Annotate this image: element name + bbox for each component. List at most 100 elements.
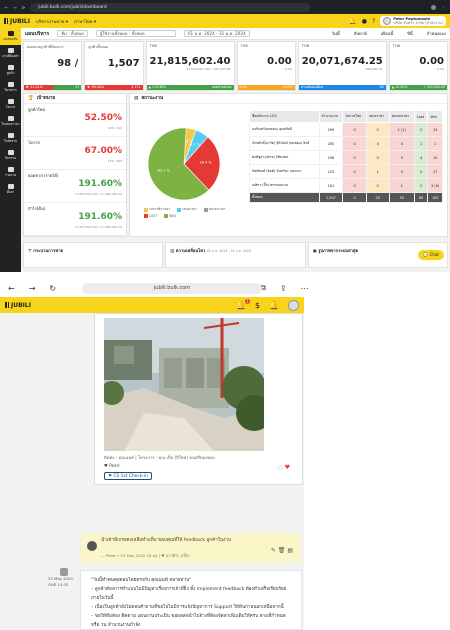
sidebar-item-settings[interactable]: ตั้งค่า xyxy=(0,181,21,198)
share-icon[interactable]: ⇪ xyxy=(280,284,287,293)
notification-icon[interactable]: 🔔 1 xyxy=(236,298,250,310)
table-row[interactable]: ภัทรศักดิ์(อาร์ต) ฐิติวัฒน์ (ทดสอบ) สิงห… xyxy=(249,136,443,151)
coin-icon[interactable]: ● xyxy=(362,18,367,25)
coin-icon[interactable]: $ xyxy=(255,301,260,310)
target-percent: 52.50% xyxy=(84,113,123,123)
module-dropdown[interactable]: บริหารงานขาย ▾ xyxy=(36,18,68,25)
target-row: ลูกค้าใหม่ 52.50% 105 / 200 xyxy=(24,104,126,137)
language-dropdown[interactable]: ภาษาไทย ▾ xyxy=(74,18,96,25)
kpi-change: ค่าเฉลี่ยต่อเดือน xyxy=(298,85,343,90)
profile-icon[interactable] xyxy=(431,4,436,10)
kpi-compare: 0.00% xyxy=(266,85,295,90)
legend-item[interactable]: ต่อรองราคา xyxy=(203,207,226,212)
kpi-sub: 0.00 xyxy=(437,67,445,71)
legend-item[interactable]: WIN xyxy=(164,214,176,218)
address-bar[interactable]: jubili.bulk.com/jubili/dashboard xyxy=(30,2,311,12)
heart-icon[interactable]: ♥ xyxy=(285,464,290,471)
comment-meta: — Peter • 23 May 2020 20:44 | ♥ นวาทิวา … xyxy=(101,553,190,558)
sidebar-item-projects[interactable]: โครงการ xyxy=(0,79,21,96)
tab-year[interactable]: ปีนี้ xyxy=(407,30,413,37)
status-panel: ▤ สถานะงาน 5.4 % 6.1 % 26.4 % 63.1 % รอการพิ… xyxy=(129,93,448,237)
commenter-avatar xyxy=(87,541,97,551)
address-bar[interactable]: jubili.bulk.com xyxy=(82,283,262,294)
delete-icon[interactable]: 🗑 xyxy=(278,547,286,554)
tab-month[interactable]: เดือนนี้ xyxy=(381,30,393,37)
forward-icon[interactable]: → xyxy=(29,284,36,293)
comment-icon[interactable]: ◌ xyxy=(277,464,284,471)
menu-icon[interactable]: ⋮ xyxy=(441,5,445,10)
note-line: – เนื่องในลูกค้ายังไม่ตอบคำถามที่ขอไปไม่… xyxy=(91,605,284,610)
kpi-card[interactable]: THB 0.00 0.00 ▲ 10.00% + 320,000.00 xyxy=(388,41,449,91)
forward-icon[interactable]: → xyxy=(13,5,16,10)
tasks-icon xyxy=(7,48,14,53)
back-icon[interactable]: ← xyxy=(5,5,8,10)
sidebar-item-dashboard[interactable]: แดชบอร์ด xyxy=(0,28,21,45)
column-header[interactable]: Win xyxy=(427,110,443,123)
kpi-card[interactable]: THB 21,815,602.40 12,016,000 (พ.ย.) 185,… xyxy=(145,41,235,94)
kpi-sub: 12,016,000 (พ.ย.) 185,323.86 xyxy=(186,67,231,71)
date-range-picker[interactable]: 01 ม.ค. 2024 - 31 ม.ค. 2024 xyxy=(183,30,250,37)
table-cell: 0 xyxy=(388,136,415,151)
kpi-change: 0.00 xyxy=(237,85,267,90)
column-header[interactable]: โอกาสใหม่ xyxy=(342,110,367,123)
users-icon xyxy=(7,65,14,70)
checkin-badge[interactable]: ⚑ CS 1st Check-in xyxy=(104,472,152,480)
notification-icon[interactable]: 🔔 xyxy=(349,18,356,25)
user-menu[interactable]: Peter Pewlunmain บริษัท จันทร์ฯ จำกัด (สำ… xyxy=(380,16,446,26)
kpi-label: ยอดขายถูกค้าที่ต้องการ xyxy=(27,45,64,49)
kpi-card[interactable]: THB 0.00 0.00 0.00 0.00% xyxy=(236,41,296,91)
kpi-value: 20,071,674.25 xyxy=(301,56,383,67)
sidebar-item-customers[interactable]: ลูกค้า xyxy=(0,62,21,79)
reload-icon[interactable]: ⟳ xyxy=(22,5,25,10)
target-label: โอกาส xyxy=(28,140,40,145)
target-label: ยอดขาย (รายได้) xyxy=(28,173,59,178)
edit-icon[interactable]: ✎ xyxy=(271,547,276,554)
sidebar-item-orders[interactable]: ใบสั่งขาย xyxy=(0,130,21,147)
sidebar-item-quotations[interactable]: ใบเสนอราคา xyxy=(0,113,21,130)
tab-today[interactable]: วันนี้ xyxy=(332,30,340,37)
more-icon[interactable]: ▤ xyxy=(287,547,293,554)
column-header[interactable]: ต่อรองราคา xyxy=(388,110,415,123)
legend-item[interactable]: รอการพิจารณา xyxy=(144,207,170,212)
table-cell: นครินทร์(ทดสอบ) ยุทธศิลป์ xyxy=(249,122,320,137)
activity-panel: ▥ ความเคลื่อนไหว 01 ม.ค. 2024 - 31 ม.ค. … xyxy=(165,242,306,268)
column-header[interactable]: เสนอราคา xyxy=(365,110,390,123)
post-id: GHS 10.03 xyxy=(48,582,69,587)
table-cell: 0 xyxy=(388,164,415,179)
comment-text: นำเข้าทีเกรยคงเหลือทำแท็บ ขอบคุณที่ให้ f… xyxy=(101,538,232,543)
legend-swatch xyxy=(177,207,182,212)
table-row[interactable]: ณศิกร (บิ๊ก) พรรณพนาม 161 0 0 1 2 3 (0) xyxy=(249,178,443,193)
column-header[interactable]: Lost xyxy=(413,110,429,123)
table-row[interactable]: นครินทร์(ทดสอบ) ยุทธศิลป์ 299 0 0 1 (1) 2 13 xyxy=(249,122,443,137)
kpi-card[interactable]: ลูกค้าทั้งหมด 1,507 ▼ -90.44% 2,171 xyxy=(84,41,144,91)
tab-week[interactable]: สัปดาห์ xyxy=(354,30,367,37)
sidebar-item-reports[interactable]: รายงาน xyxy=(0,164,21,181)
chat-button[interactable]: 💬 Chat xyxy=(418,250,444,260)
user-select[interactable]: ผู้ใช้งานทั้งหมด : ทั้งหมด xyxy=(95,30,176,37)
bell-icon[interactable]: 🔔 xyxy=(269,301,279,310)
table-row[interactable]: จิตต์พนต์ (จิตต์) จันทร์มะ นครเตะ 223 0 1 0 0… xyxy=(249,164,443,179)
reload-icon[interactable]: ↻ xyxy=(49,284,56,293)
tab-custom[interactable]: กำหนดเอง xyxy=(427,30,446,37)
avatar[interactable] xyxy=(288,299,299,311)
team-select[interactable]: ทีม : ทั้งหมด xyxy=(57,30,88,37)
legend-item[interactable]: เสนอราคา xyxy=(177,207,197,212)
column-header[interactable]: จำนวนงาน xyxy=(318,110,344,123)
help-icon[interactable]: ? xyxy=(372,18,375,25)
legend-item[interactable]: LOST xyxy=(144,214,157,218)
legend-label: ต่อรองราคา xyxy=(208,207,226,211)
menu-icon[interactable]: ⋯ xyxy=(301,284,309,293)
table-row[interactable]: พงศ์ชูตา(เฟรช) กิติมงคล 298 0 0 0 4 15 xyxy=(249,150,443,165)
column-header[interactable]: ชื่อพนักงาน (20) xyxy=(249,110,320,123)
back-icon[interactable]: ← xyxy=(8,284,15,293)
kpi-label: THB xyxy=(392,44,401,48)
brand-logo[interactable]: JUBILI xyxy=(5,302,31,309)
kpi-card[interactable]: ยอดขายถูกค้าที่ต้องการ 98 / ▼ -12.41% 57 xyxy=(23,41,83,91)
site-photo[interactable] xyxy=(104,318,264,451)
table-cell: ณศิกร (บิ๊ก) พรรณพนาม xyxy=(249,178,320,193)
sidebar-item-activities[interactable]: กิจกรรม xyxy=(0,147,21,164)
kpi-card[interactable]: THB 20,071,674.25 846,082.31 ค่าเฉลี่ยต่… xyxy=(297,41,387,91)
sidebar-item-tasks[interactable]: งานที่ต้องทำ xyxy=(0,45,21,62)
brand-logo[interactable]: JUBILI xyxy=(4,18,30,25)
sidebar-item-opportunities[interactable]: โอกาส xyxy=(0,96,21,113)
